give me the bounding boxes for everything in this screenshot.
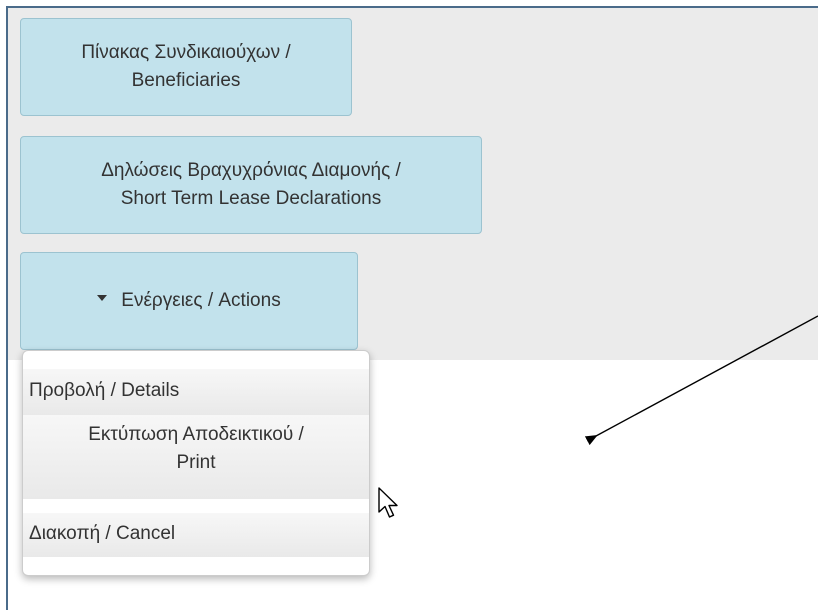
beneficiaries-label-english: Beneficiaries (131, 70, 241, 91)
beneficiaries-button[interactable]: Πίνακας Συνδικαιούχων / Beneficiaries (20, 18, 352, 116)
caret-down-icon (97, 295, 108, 301)
declarations-label-greek: Δηλώσεις Βραχυχρόνιας Διαμονής / (101, 160, 401, 181)
beneficiaries-label-greek: Πίνακας Συνδικαιούχων / (81, 42, 291, 63)
print-label-greek: Εκτύπωση Αποδεικτικού / (88, 424, 304, 445)
actions-dropdown-menu: Προβολή / Details Εκτύπωση Αποδεικτικού … (22, 350, 370, 576)
declarations-label-english: Short Term Lease Declarations (120, 188, 382, 209)
declarations-button-label: Δηλώσεις Βραχυχρόνιας Διαμονής / Short T… (101, 157, 401, 213)
short-term-lease-declarations-button[interactable]: Δηλώσεις Βραχυχρόνιας Διαμονής / Short T… (20, 136, 482, 234)
actions-button-label: Ενέργειες / Actions (121, 290, 281, 311)
menu-item-print[interactable]: Εκτύπωση Αποδεικτικού / Print (23, 415, 369, 499)
menu-item-details[interactable]: Προβολή / Details (23, 369, 369, 415)
print-label-english: Print (176, 452, 216, 473)
actions-dropdown-button[interactable]: Ενέργειες / Actions (20, 252, 358, 350)
mouse-pointer-icon (378, 487, 398, 518)
menu-item-cancel[interactable]: Διακοπή / Cancel (23, 513, 369, 557)
beneficiaries-button-label: Πίνακας Συνδικαιούχων / Beneficiaries (81, 39, 290, 95)
